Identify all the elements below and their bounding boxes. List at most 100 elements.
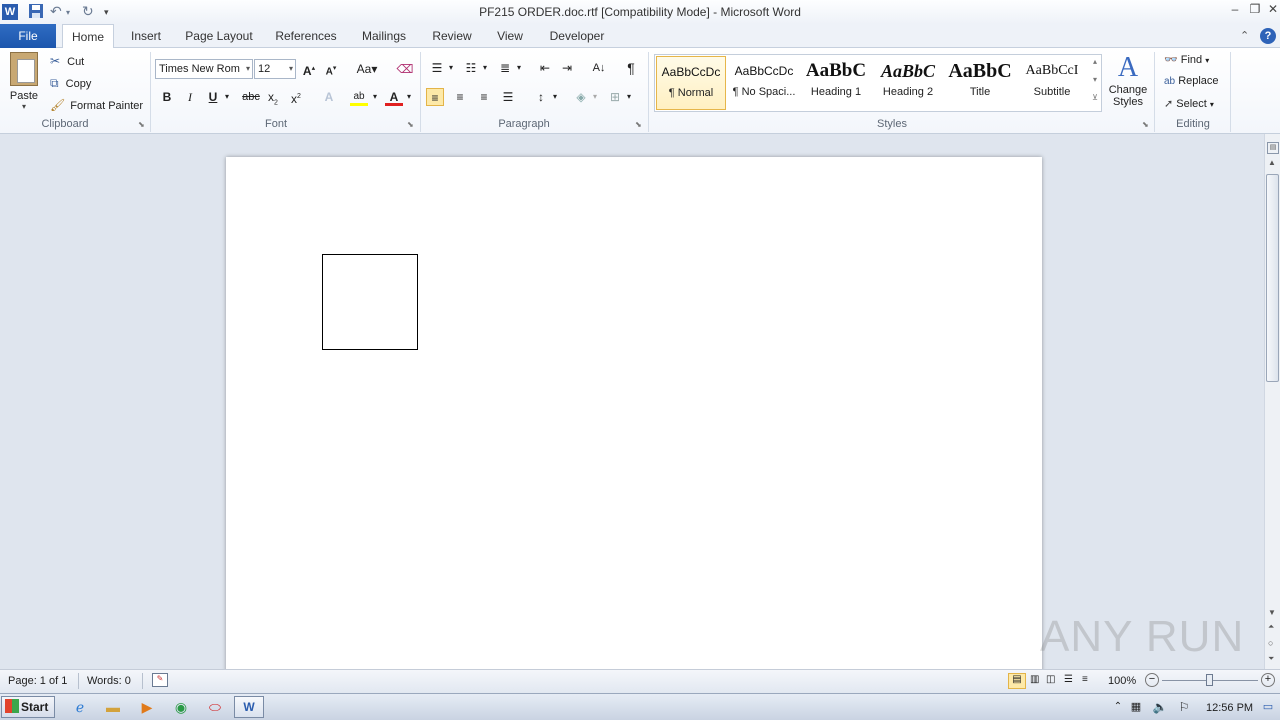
gallery-more-icon[interactable]: ⊻ (1089, 93, 1101, 102)
zoom-slider-thumb[interactable] (1206, 674, 1213, 686)
decrease-indent-icon[interactable]: ⇤ (536, 59, 554, 77)
help-icon[interactable]: ? (1260, 28, 1276, 44)
underline-icon[interactable]: U (204, 88, 222, 106)
print-layout-view-icon[interactable]: ▤ (1008, 673, 1026, 689)
select-button[interactable]: ➚ Select ▾ (1164, 97, 1214, 110)
style-heading-1[interactable]: AaBbC Heading 1 (801, 56, 871, 110)
styles-launcher-icon[interactable]: ⬊ (1142, 120, 1149, 129)
line-spacing-icon[interactable]: ↕ (532, 88, 550, 106)
superscript-icon[interactable]: x2 (287, 88, 305, 106)
outline-view-icon[interactable]: ☰ (1064, 674, 1073, 685)
sort-icon[interactable]: A↓ (590, 59, 608, 77)
clipboard-launcher-icon[interactable]: ⬊ (138, 120, 145, 129)
text-frame[interactable] (322, 254, 418, 350)
subscript-icon[interactable]: x2 (264, 88, 282, 106)
next-page-icon[interactable]: ⏷ (1268, 654, 1274, 664)
style-subtitle[interactable]: AaBbCcI Subtitle (1017, 56, 1087, 110)
minimize-ribbon-icon[interactable]: ⌃ (1240, 29, 1249, 42)
show-desktop-icon[interactable]: ▭ (1258, 697, 1278, 717)
clock[interactable]: 12:56 PM (1206, 702, 1253, 714)
borders-icon[interactable]: ⊞ (606, 88, 624, 106)
file-explorer-icon[interactable]: ▬ (103, 697, 123, 717)
numbering-dropdown-icon[interactable]: ▾ (480, 59, 490, 77)
find-button[interactable]: 👓 Find ▾ (1164, 53, 1209, 66)
paragraph-launcher-icon[interactable]: ⬊ (635, 120, 642, 129)
numbering-icon[interactable]: ☷ (462, 59, 480, 77)
cut-button[interactable]: ✂ Cut (50, 54, 84, 70)
select-browse-object-icon[interactable]: ○ (1268, 638, 1273, 648)
multilevel-dropdown-icon[interactable]: ▾ (514, 59, 524, 77)
tab-developer[interactable]: Developer (544, 24, 610, 48)
chrome-icon[interactable]: ◉ (171, 697, 191, 717)
tab-insert[interactable]: Insert (124, 24, 168, 48)
paste-button[interactable]: Paste ▾ (6, 52, 42, 112)
shrink-font-icon[interactable]: A▾ (322, 60, 340, 78)
increase-indent-icon[interactable]: ⇥ (558, 59, 576, 77)
replace-button[interactable]: ab Replace (1164, 75, 1219, 87)
format-painter-button[interactable]: 🖌 Format Painter (50, 98, 143, 114)
minimize-button[interactable]: – (1224, 2, 1246, 20)
show-formatting-icon[interactable]: ¶ (622, 59, 640, 77)
volume-icon[interactable]: 🔈 (1150, 697, 1170, 717)
borders-dropdown-icon[interactable]: ▾ (624, 88, 634, 106)
network-icon[interactable]: ▦ (1126, 697, 1146, 717)
font-name-dropdown[interactable]: Times New Rom ▾ (155, 59, 253, 79)
tab-references[interactable]: References (272, 24, 340, 48)
shading-icon[interactable]: ◈ (572, 88, 590, 106)
tab-view[interactable]: View (492, 24, 528, 48)
ruler-toggle-icon[interactable]: ▤ (1267, 142, 1279, 154)
vertical-scrollbar[interactable]: ▤ ▲ ▼ ⏶ ○ ⏷ (1264, 134, 1280, 669)
draft-view-icon[interactable]: ≡ (1082, 674, 1088, 685)
gallery-scroll-down-icon[interactable]: ▾ (1089, 75, 1101, 84)
internet-explorer-icon[interactable]: ℯ (70, 697, 90, 717)
web-layout-icon[interactable]: ◫ (1046, 674, 1055, 685)
font-color-dropdown-icon[interactable]: ▾ (404, 88, 414, 106)
zoom-in-icon[interactable]: + (1261, 673, 1275, 687)
start-button[interactable]: Start (1, 696, 55, 718)
tab-review[interactable]: Review (426, 24, 478, 48)
word-taskbar-icon[interactable]: W (234, 696, 264, 718)
document-page[interactable] (226, 157, 1042, 677)
change-case-icon[interactable]: Aa▾ (354, 60, 380, 78)
opera-icon[interactable]: ⬭ (205, 697, 225, 717)
align-right-icon[interactable]: ≡ (475, 88, 493, 106)
style-normal[interactable]: AaBbCcDc ¶ Normal (656, 56, 726, 110)
gallery-scroll-up-icon[interactable]: ▴ (1089, 57, 1101, 66)
action-center-flag-icon[interactable]: ⚐ (1174, 697, 1194, 717)
scroll-thumb[interactable] (1266, 174, 1279, 382)
underline-dropdown-icon[interactable]: ▾ (222, 88, 232, 106)
clear-formatting-icon[interactable]: ⌫ (396, 60, 414, 78)
style-no-spacing[interactable]: AaBbCcDc ¶ No Spaci... (729, 56, 799, 110)
strikethrough-icon[interactable]: abc (240, 88, 262, 106)
zoom-out-icon[interactable]: − (1145, 673, 1159, 687)
line-spacing-dropdown-icon[interactable]: ▾ (550, 88, 560, 106)
justify-icon[interactable]: ☰ (499, 88, 517, 106)
text-effects-icon[interactable]: A (320, 88, 338, 106)
full-screen-reading-icon[interactable]: ▥ (1030, 674, 1039, 685)
style-heading-2[interactable]: AaBbC Heading 2 (873, 56, 943, 110)
close-button[interactable]: ✕ (1262, 2, 1280, 20)
highlight-icon[interactable]: ab (350, 88, 368, 106)
bold-icon[interactable]: B (158, 88, 176, 106)
scroll-up-icon[interactable]: ▲ (1268, 158, 1276, 167)
font-size-dropdown[interactable]: 12 ▾ (254, 59, 296, 79)
align-center-icon[interactable]: ≡ (451, 88, 469, 106)
tab-file[interactable]: File (0, 24, 56, 48)
style-title[interactable]: AaBbC Title (945, 56, 1015, 110)
tab-page-layout[interactable]: Page Layout (182, 24, 256, 48)
grow-font-icon[interactable]: A▴ (300, 60, 318, 78)
shading-dropdown-icon[interactable]: ▾ (590, 88, 600, 106)
page-count[interactable]: Page: 1 of 1 (8, 675, 67, 687)
copy-button[interactable]: ⧉ Copy (50, 76, 91, 92)
tab-mailings[interactable]: Mailings (356, 24, 412, 48)
proofing-icon[interactable]: ✎ (152, 673, 168, 687)
align-left-icon[interactable]: ≡ (426, 88, 444, 106)
font-launcher-icon[interactable]: ⬊ (407, 120, 414, 129)
tab-home[interactable]: Home (62, 24, 114, 49)
bullets-icon[interactable]: ☰ (428, 59, 446, 77)
change-styles-button[interactable]: A Change Styles (1106, 52, 1150, 116)
previous-page-icon[interactable]: ⏶ (1268, 622, 1274, 632)
zoom-level[interactable]: 100% (1108, 675, 1136, 687)
bullets-dropdown-icon[interactable]: ▾ (446, 59, 456, 77)
word-count[interactable]: Words: 0 (87, 675, 131, 687)
